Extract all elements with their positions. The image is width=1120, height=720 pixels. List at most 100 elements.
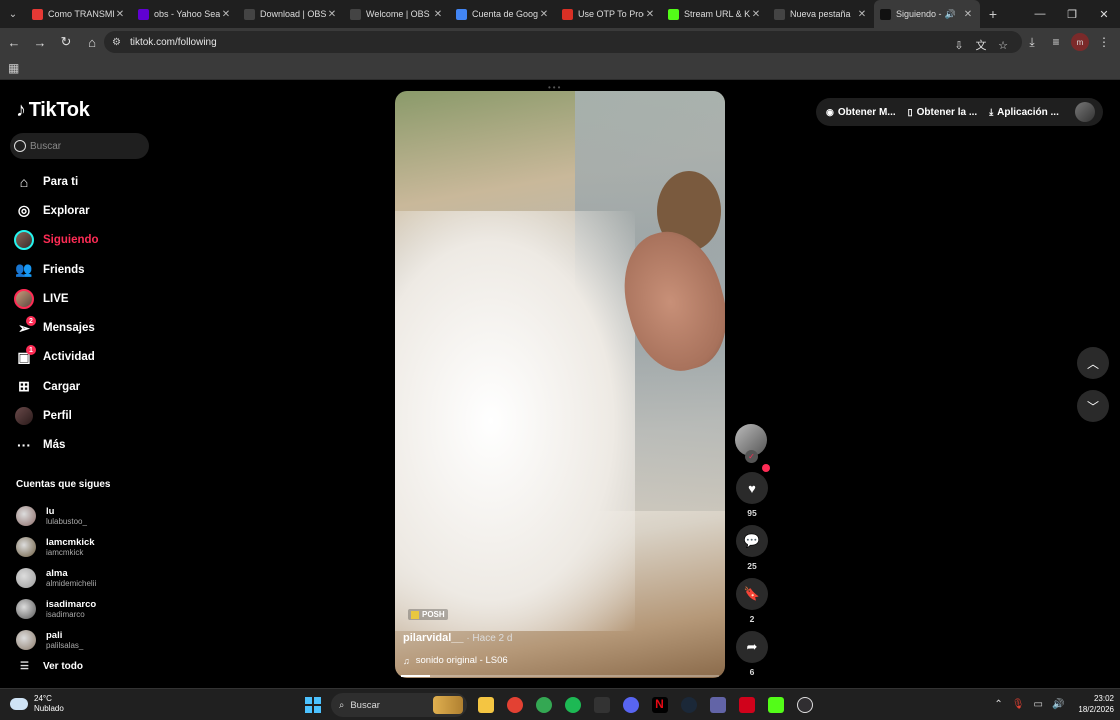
close-tab-icon[interactable]: ✕ bbox=[856, 9, 868, 20]
download-icon: ⤓ bbox=[989, 106, 994, 117]
tiktok-logo[interactable]: ♪ TikTok bbox=[16, 99, 90, 122]
restore-icon[interactable]: ❐ bbox=[1056, 0, 1088, 28]
chrome-button[interactable] bbox=[500, 692, 529, 718]
install-app-icon[interactable]: ⇩ bbox=[948, 35, 970, 55]
nav-item-live[interactable]: LIVE bbox=[12, 284, 162, 313]
discord-button[interactable] bbox=[616, 692, 645, 718]
nav-item-explorar[interactable]: ◎ Explorar bbox=[12, 196, 162, 225]
browser-tab[interactable]: Nueva pestaña ✕ bbox=[768, 0, 874, 28]
close-tab-icon[interactable]: ✕ bbox=[432, 9, 444, 20]
tab-search-dropdown-icon[interactable]: ⌄ bbox=[0, 0, 26, 28]
browser-tab[interactable]: Cuenta de Google ✕ bbox=[450, 0, 556, 28]
nav-item-perfil[interactable]: Perfil bbox=[12, 401, 162, 430]
steam-button[interactable] bbox=[674, 692, 703, 718]
weather-widget[interactable]: 24°C Nublado bbox=[10, 694, 64, 714]
bookmark-button[interactable]: 🔖 2 bbox=[735, 578, 769, 624]
profile-avatar-button[interactable]: m bbox=[1071, 33, 1089, 51]
creator-name[interactable]: pilarvidal__ bbox=[403, 632, 464, 644]
video-progress-bar[interactable] bbox=[401, 675, 719, 677]
nav-item-más[interactable]: ··· Más bbox=[12, 431, 162, 460]
volume-icon[interactable]: 🔊 bbox=[1052, 699, 1064, 710]
epic-games-button[interactable] bbox=[587, 692, 616, 718]
nav-item-siguiendo[interactable]: Siguiendo bbox=[12, 226, 162, 255]
following-account[interactable]: pali palilsalas_ bbox=[16, 624, 166, 655]
taskbar-apps: ⌕ Buscar N bbox=[298, 692, 819, 718]
reading-list-icon[interactable]: ≡ bbox=[1044, 30, 1068, 54]
red-app-button[interactable] bbox=[732, 692, 761, 718]
obs-button[interactable] bbox=[790, 692, 819, 718]
close-tab-icon[interactable]: ✕ bbox=[220, 9, 232, 20]
search-input[interactable]: Buscar bbox=[10, 133, 149, 159]
chrome-profile-button[interactable] bbox=[529, 692, 558, 718]
microphone-icon[interactable]: 🎙 bbox=[1012, 699, 1025, 710]
close-tab-icon[interactable]: ✕ bbox=[962, 9, 974, 20]
close-window-icon[interactable]: ✕ bbox=[1088, 0, 1120, 28]
browser-tab[interactable]: obs - Yahoo Search✕ bbox=[132, 0, 238, 28]
top-right-action[interactable]: ⤓ Aplicación ... bbox=[989, 107, 1059, 118]
nav-item-cargar[interactable]: ⊞ Cargar bbox=[12, 372, 162, 401]
new-tab-button[interactable]: + bbox=[980, 6, 1006, 22]
forward-arrow-icon[interactable]: → bbox=[28, 30, 52, 54]
downloads-icon[interactable]: ⤓ bbox=[1020, 30, 1044, 54]
sound-label: sonido original - LS06 bbox=[415, 655, 508, 666]
browser-tab[interactable]: Siguiendo - 🔊 ✕ bbox=[874, 0, 980, 28]
browser-toolbar: ← → ↻ ⌂ ⚙ tiktok.com/following ⇩ 文 ☆ bbox=[0, 28, 1120, 56]
clock[interactable]: 23:02 18/2/2026 bbox=[1078, 693, 1114, 715]
video-creator[interactable]: pilarvidal__ · Hace 2 d bbox=[403, 632, 512, 644]
following-account[interactable]: isadimarco isadimarco bbox=[16, 593, 166, 624]
nav-item-actividad[interactable]: ▣ 1 Actividad bbox=[12, 343, 162, 372]
followed-check-icon[interactable]: ✓ bbox=[745, 450, 758, 463]
minimize-icon[interactable]: — bbox=[1024, 0, 1056, 28]
previous-video-button[interactable]: ︿ bbox=[1077, 347, 1109, 379]
browser-tab[interactable]: Stream URL & Key✕ bbox=[662, 0, 768, 28]
close-tab-icon[interactable]: ✕ bbox=[644, 9, 656, 20]
nav-item-mensajes[interactable]: ➢ 2 Mensajes bbox=[12, 313, 162, 342]
following-account[interactable]: lu lulabustoo_ bbox=[16, 501, 166, 532]
apps-grid-icon[interactable]: ▦ bbox=[8, 61, 19, 75]
browser-tab[interactable]: Welcome | OBS ✕ bbox=[344, 0, 450, 28]
following-account[interactable]: Iamcmkick iamcmkick bbox=[16, 532, 166, 563]
file-explorer-button[interactable] bbox=[471, 692, 500, 718]
bookmark-star-icon[interactable]: ☆ bbox=[992, 35, 1014, 55]
tab-audio-icon[interactable]: 🔊 bbox=[945, 9, 956, 20]
tray-chevron-up-icon[interactable]: ⌃ bbox=[994, 699, 1002, 710]
user-avatar[interactable] bbox=[1075, 102, 1095, 122]
netflix-button[interactable]: N bbox=[645, 692, 674, 718]
browser-tab[interactable]: Download | OBS ✕ bbox=[238, 0, 344, 28]
start-button[interactable] bbox=[298, 692, 327, 718]
network-icon[interactable]: ▭ bbox=[1034, 699, 1043, 710]
see-all-link[interactable]: ☰ Ver todo bbox=[20, 661, 83, 672]
site-info-icon[interactable]: ⚙ bbox=[112, 37, 121, 48]
video-tag[interactable]: POSH bbox=[408, 609, 448, 620]
next-video-button[interactable]: ﹀ bbox=[1077, 390, 1109, 422]
comment-button[interactable]: 💬 25 bbox=[735, 525, 769, 571]
close-tab-icon[interactable]: ✕ bbox=[750, 9, 762, 20]
spotify-button[interactable] bbox=[558, 692, 587, 718]
browser-tab[interactable]: Como TRANSMITIR✕ bbox=[26, 0, 132, 28]
gmail-icon bbox=[562, 8, 573, 20]
heart-button[interactable]: ♥ 95 bbox=[735, 464, 770, 518]
kebab-menu-icon[interactable]: ⋮ bbox=[1092, 30, 1116, 54]
share-button[interactable]: ➦ 6 bbox=[735, 631, 769, 677]
video-sound[interactable]: ♫ sonido original - LS06 bbox=[403, 655, 508, 666]
teams-button[interactable] bbox=[703, 692, 732, 718]
close-tab-icon[interactable]: ✕ bbox=[538, 9, 550, 20]
close-tab-icon[interactable]: ✕ bbox=[114, 9, 126, 20]
creator-avatar[interactable]: ✓ bbox=[735, 424, 767, 463]
nav-item-friends[interactable]: 👥 Friends bbox=[12, 255, 162, 284]
translate-icon[interactable]: 文 bbox=[970, 35, 992, 55]
nav-item-para-ti[interactable]: ⌂ Para ti bbox=[12, 167, 162, 196]
top-right-action[interactable]: ▯ Obtener la ... bbox=[908, 107, 978, 118]
following-account[interactable]: alma almidemichelii bbox=[16, 563, 166, 594]
video-player[interactable] bbox=[395, 91, 725, 678]
home-button-icon[interactable]: ⌂ bbox=[80, 30, 104, 54]
paper-plane-icon: ➢ 2 bbox=[12, 316, 36, 338]
taskbar-search[interactable]: ⌕ Buscar bbox=[331, 693, 467, 717]
kick-button[interactable] bbox=[761, 692, 790, 718]
close-tab-icon[interactable]: ✕ bbox=[326, 9, 338, 20]
address-bar[interactable]: ⚙ tiktok.com/following ⇩ 文 ☆ bbox=[104, 31, 1022, 53]
browser-tab[interactable]: Use OTP To Proceed✕ bbox=[556, 0, 662, 28]
top-right-action[interactable]: ◉ Obtener M... bbox=[826, 107, 896, 118]
reload-icon[interactable]: ↻ bbox=[54, 30, 78, 54]
back-arrow-icon[interactable]: ← bbox=[2, 30, 26, 54]
